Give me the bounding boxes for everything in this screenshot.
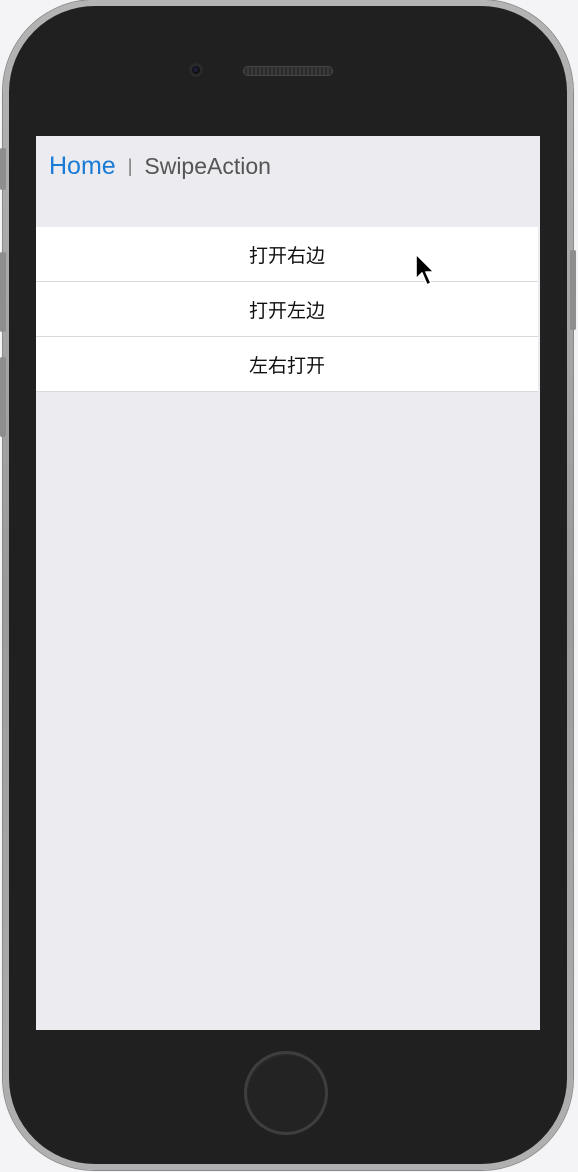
list-item-open-left[interactable]: 打开左边 (36, 282, 538, 337)
volume-down-button (0, 357, 6, 437)
page-title: SwipeAction (144, 152, 271, 179)
power-button (570, 250, 576, 330)
list-item-open-both[interactable]: 左右打开 (36, 337, 538, 392)
volume-up-button (0, 252, 6, 332)
breadcrumb: Home | SwipeAction (36, 136, 540, 196)
earpiece-speaker-icon (243, 66, 333, 76)
app-screen: Home | SwipeAction 打开右边 打开左边 左右打开 (36, 136, 540, 1030)
home-link[interactable]: Home (49, 152, 116, 181)
front-camera-icon (189, 63, 203, 77)
breadcrumb-separator: | (127, 155, 133, 176)
swipe-action-list: 打开右边 打开左边 左右打开 (36, 227, 538, 392)
silent-switch (0, 148, 6, 190)
mouse-pointer-icon (415, 253, 435, 286)
home-button-icon[interactable] (244, 1051, 328, 1135)
list-item-open-right[interactable]: 打开右边 (36, 227, 538, 282)
